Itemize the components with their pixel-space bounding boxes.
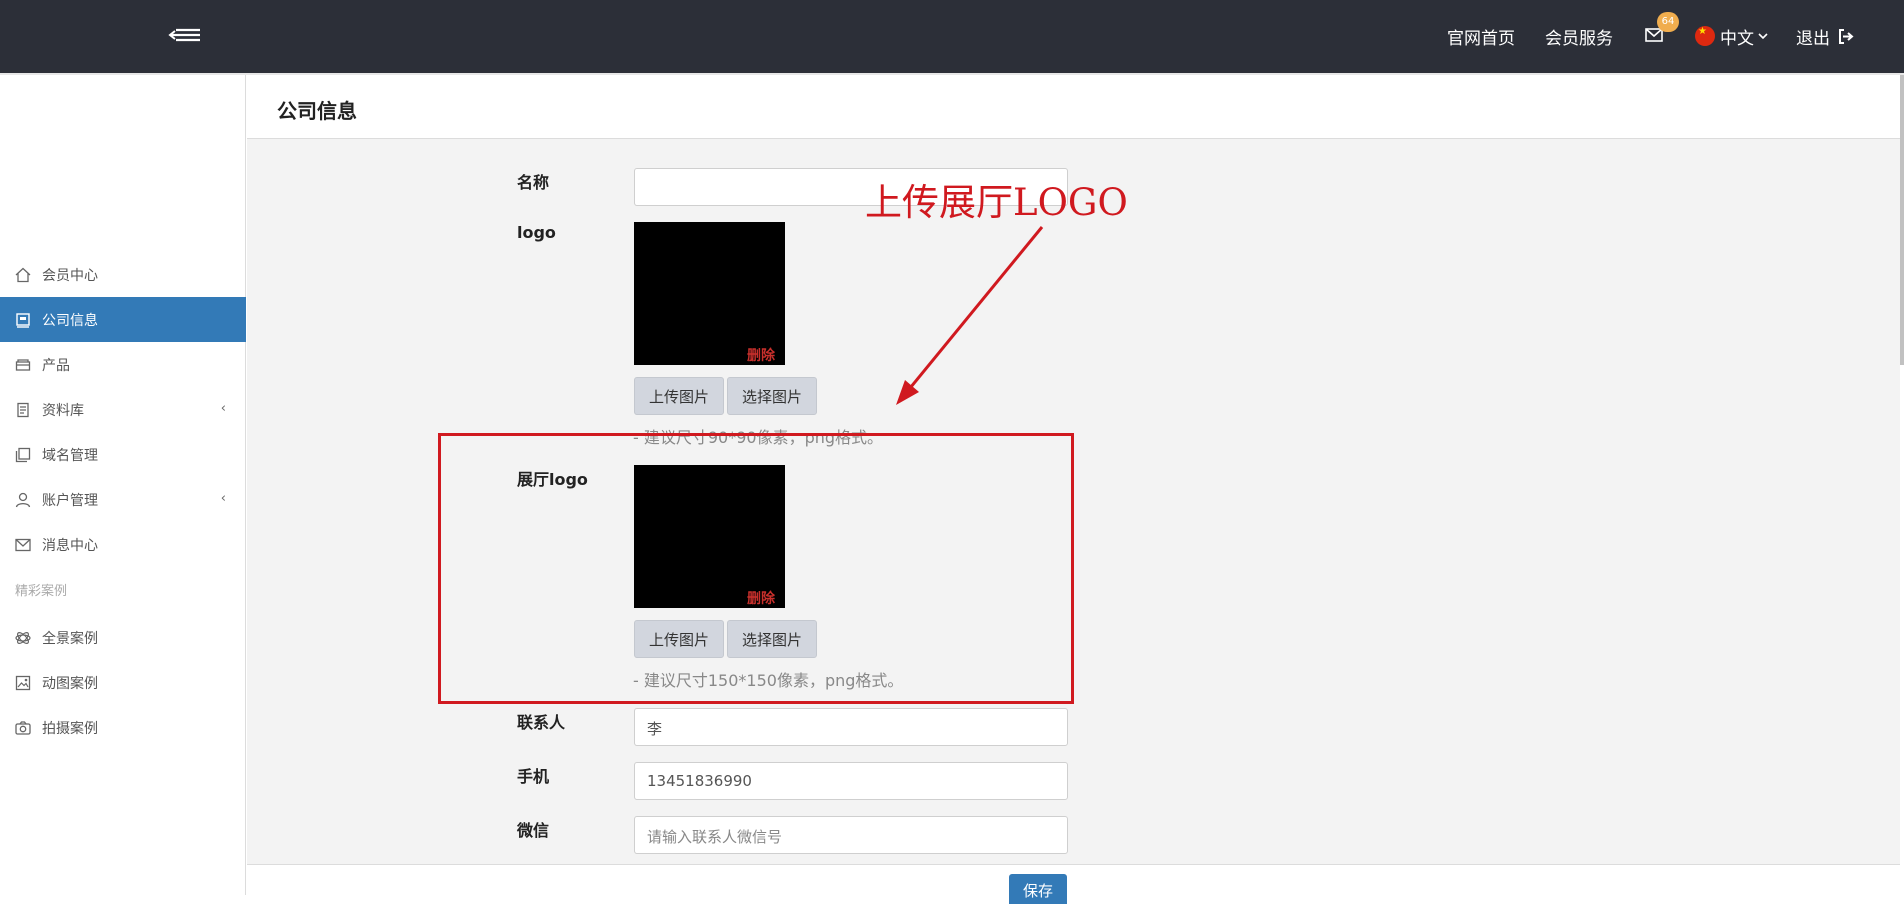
annotation-highlight-box [438,433,1074,704]
